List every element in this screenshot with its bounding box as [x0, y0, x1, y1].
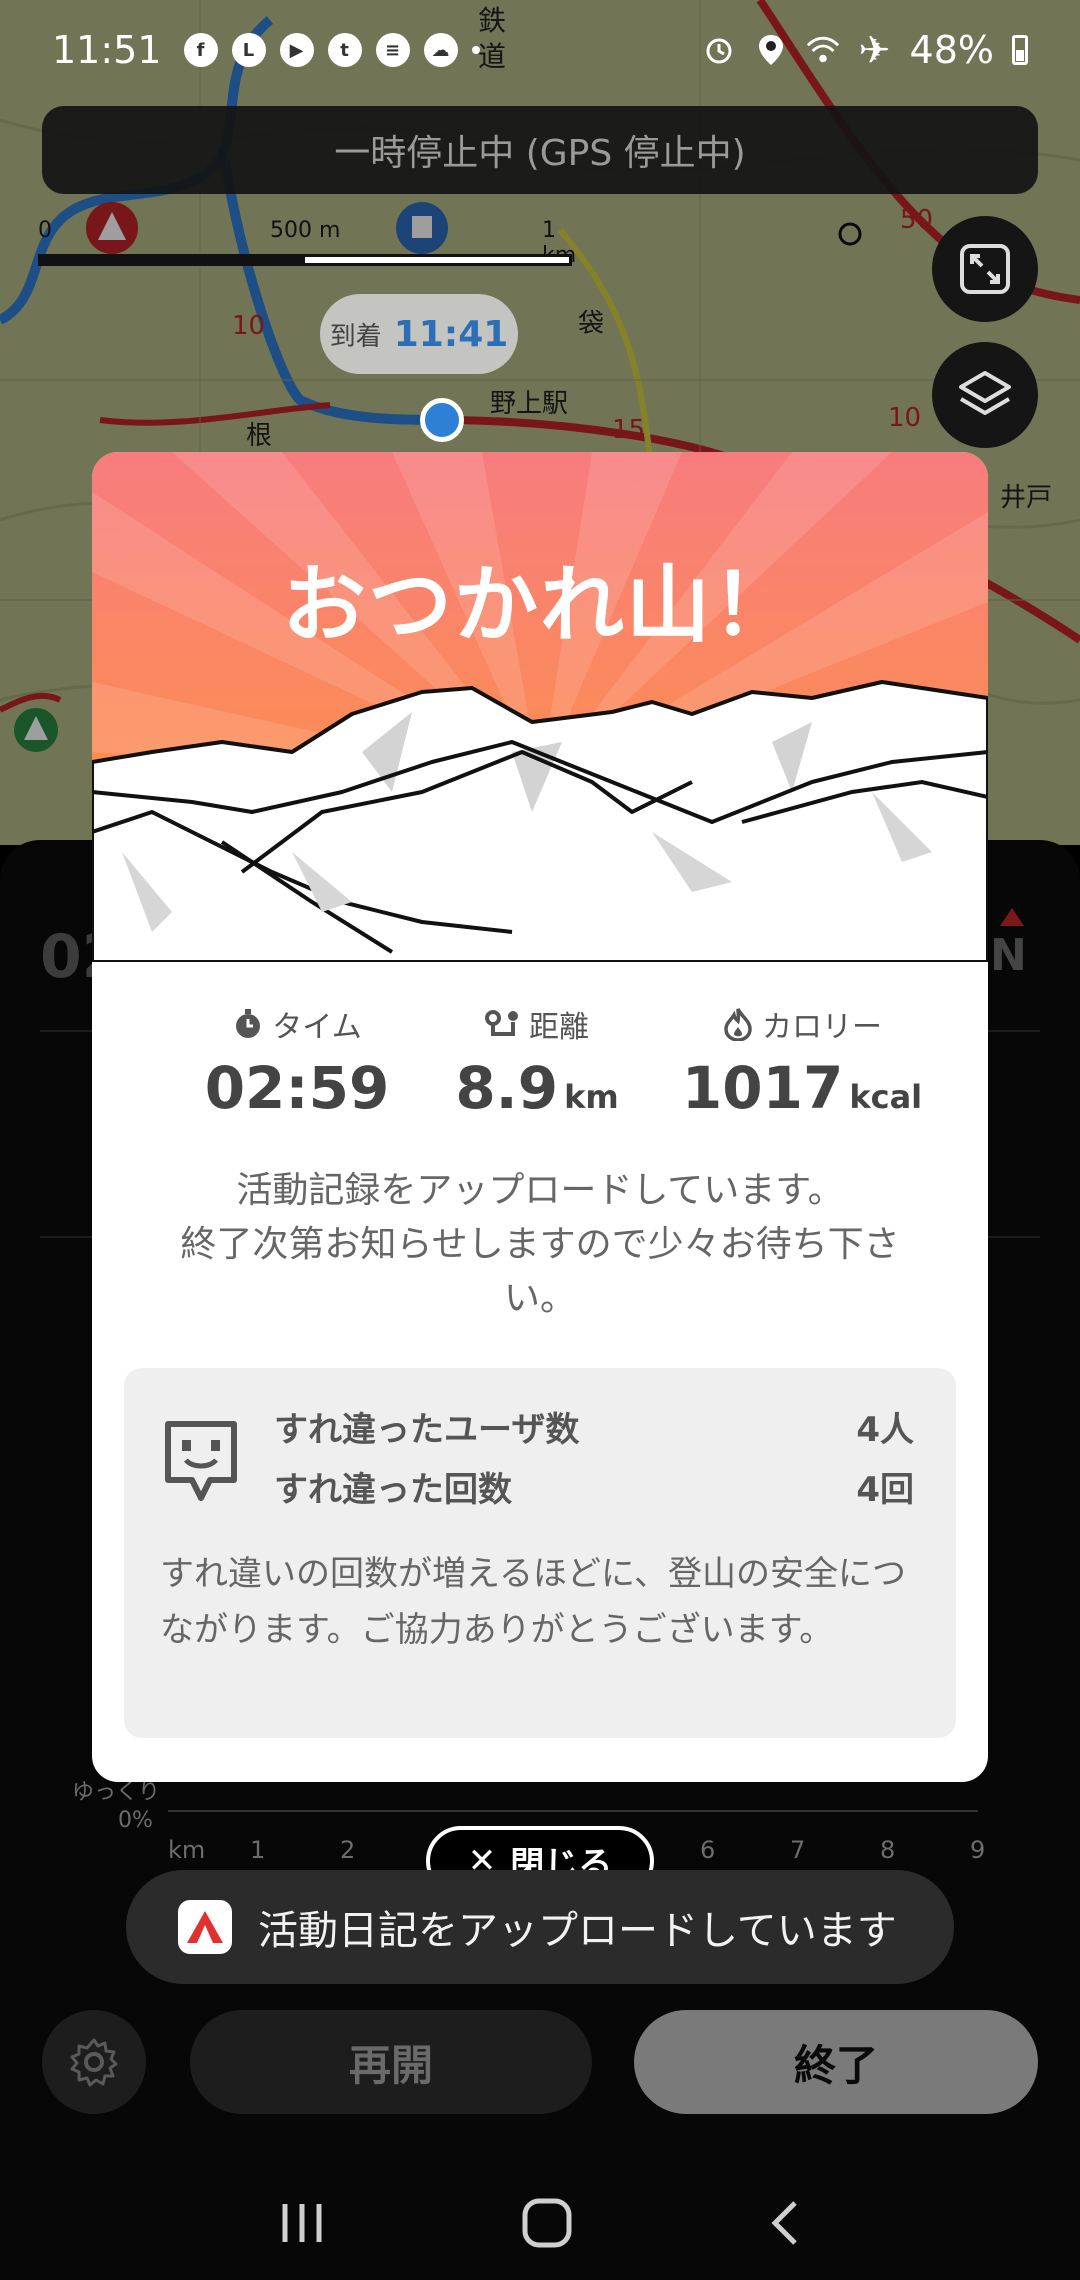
- stat-calories: カロリー 1017 kcal: [662, 1002, 942, 1122]
- alarm-icon: [702, 33, 736, 67]
- airplane-icon: ✈: [858, 28, 891, 72]
- arrival-bubble: 到着 11:41: [320, 294, 518, 374]
- upload-message: 活動記録をアップロードしています。 終了次第お知らせしますので少々お待ち下さい。: [180, 1170, 900, 1319]
- expand-icon: [960, 244, 1010, 294]
- stat-distance-label: 距離: [529, 1010, 589, 1045]
- compass-icon[interactable]: N: [990, 908, 1027, 981]
- app-logo-icon: [178, 1900, 232, 1954]
- scale-start: 0: [38, 218, 52, 243]
- home-button[interactable]: [521, 2197, 573, 2253]
- settings-button[interactable]: [42, 2010, 146, 2114]
- stat-time: タイム 02:59: [182, 1002, 412, 1122]
- location-icon: [754, 33, 788, 67]
- stat-distance-value: 8.9: [455, 1054, 559, 1122]
- stat-calories-label: カロリー: [762, 1010, 882, 1045]
- recents-button[interactable]: [277, 2200, 327, 2250]
- recents-icon: [282, 2204, 322, 2242]
- notification-icons: f L ▶ t ≡ ☁: [183, 33, 480, 67]
- upload-toast: 活動日記をアップロードしています: [126, 1870, 954, 1984]
- passby-users-value: 4人: [856, 1410, 914, 1450]
- pause-banner: 一時停止中 (GPS 停止中): [42, 106, 1038, 194]
- status-right: ✈ 48%: [702, 28, 1028, 72]
- x-tick: 7: [790, 1836, 806, 1864]
- stat-calories-unit: kcal: [849, 1078, 923, 1116]
- twitter-icon: t: [327, 33, 362, 67]
- passby-summary: すれ違ったユーザ数 4人 すれ違った回数 4回 すれ違いの回数が増えるほどに、登…: [124, 1368, 956, 1738]
- mountain-hero-illustration: [92, 452, 988, 962]
- battery-percent: 48%: [909, 28, 994, 72]
- x-tick: 2: [340, 1836, 356, 1864]
- stat-time-value: 02:59: [204, 1054, 390, 1122]
- route-icon: [485, 1010, 518, 1036]
- stopwatch-icon: [236, 1009, 261, 1038]
- youtube-icon: ▶: [279, 33, 314, 67]
- resume-button[interactable]: 再開: [190, 2010, 592, 2114]
- stat-time-label: タイム: [272, 1010, 362, 1045]
- gear-icon: [70, 2038, 118, 2087]
- wifi-icon: [806, 33, 840, 67]
- layers-icon: [959, 371, 1011, 415]
- end-button[interactable]: 終了: [634, 2010, 1038, 2114]
- arrival-time: 11:41: [393, 313, 509, 355]
- map-scale-bar: 0 500 m 1 km: [38, 218, 578, 268]
- x-tick: 1: [250, 1836, 266, 1864]
- passby-count-value: 4回: [856, 1470, 914, 1510]
- layers-button[interactable]: [932, 342, 1038, 448]
- x-tick: 8: [880, 1836, 896, 1864]
- battery-icon: [1012, 35, 1028, 65]
- status-time: 11:51: [52, 28, 162, 72]
- fullscreen-button[interactable]: [932, 216, 1038, 322]
- activity-stats: タイム 02:59 距離 8.9 km カロリー 1017 kcal: [92, 1002, 988, 1142]
- passby-count-label: すれ違った回数: [274, 1470, 512, 1510]
- passby-users-row: すれ違ったユーザ数 4人: [274, 1402, 914, 1451]
- flame-icon: [724, 1008, 752, 1041]
- stat-distance: 距離 8.9 km: [422, 1002, 652, 1122]
- current-location-marker: [420, 398, 464, 442]
- status-bar: 11:51 f L ▶ t ≡ ☁ ✈ 48%: [0, 0, 1080, 100]
- scale-mid: 500 m: [270, 218, 341, 243]
- passby-note: すれ違いの回数が増えるほどに、登山の安全につながります。ご協力ありがとうございま…: [160, 1554, 906, 1650]
- completion-dialog: おつかれ山！ タイム 02:59 距離 8.9 km カロリー 1017 kcal …: [92, 452, 988, 1782]
- line-icon: L: [231, 33, 266, 67]
- weather-icon: ☁: [423, 33, 458, 67]
- more-notifications-icon: [471, 46, 480, 54]
- passby-face-icon: [165, 1421, 237, 1501]
- arrival-label: 到着: [329, 321, 382, 352]
- back-button[interactable]: [767, 2197, 803, 2253]
- system-nav-bar: [0, 2170, 1080, 2280]
- stat-calories-value: 1017: [681, 1054, 844, 1122]
- dialog-title: おつかれ山！: [281, 556, 798, 654]
- home-icon: [522, 2198, 572, 2248]
- toast-text: 活動日記をアップロードしています: [258, 1908, 897, 1954]
- chart-axis: [168, 1810, 978, 1812]
- x-tick: 9: [970, 1836, 986, 1864]
- back-icon: [771, 2201, 797, 2245]
- facebook-icon: f: [183, 33, 218, 67]
- stat-distance-unit: km: [564, 1078, 619, 1116]
- passby-users-label: すれ違ったユーザ数: [274, 1410, 580, 1450]
- x-tick: 6: [700, 1836, 716, 1864]
- passby-count-row: すれ違った回数 4回: [274, 1462, 914, 1511]
- chart-y-label-pct: 0%: [118, 1808, 153, 1833]
- x-unit: km: [168, 1836, 206, 1864]
- news-icon: ≡: [375, 33, 410, 67]
